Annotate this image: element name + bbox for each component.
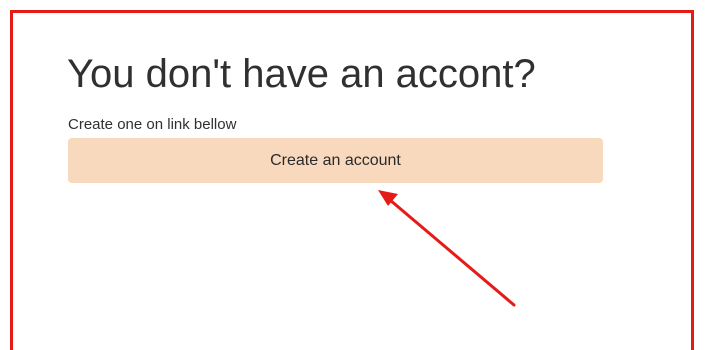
create-account-button[interactable]: Create an account: [68, 138, 603, 183]
helper-text: Create one on link bellow: [68, 116, 237, 133]
page-title: You don't have an accont?: [67, 52, 536, 96]
